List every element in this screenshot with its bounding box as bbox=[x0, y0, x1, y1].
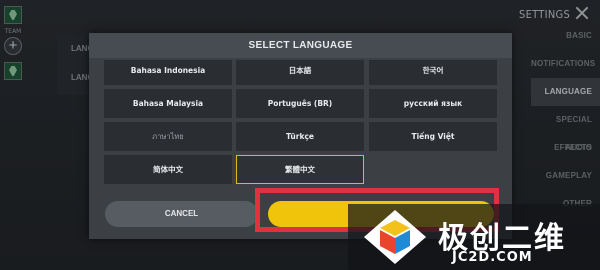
dialog-title: SELECT LANGUAGE bbox=[89, 33, 512, 58]
language-option-bahasa-malaysia[interactable]: Bahasa Malaysia bbox=[104, 89, 232, 118]
language-option-korean[interactable]: 한국어 bbox=[369, 60, 497, 85]
watermark-logo bbox=[364, 210, 426, 264]
language-option-traditional-chinese[interactable]: 繁體中文 bbox=[236, 155, 364, 184]
language-option-portuguese-br[interactable]: Português (BR) bbox=[236, 89, 364, 118]
language-option-turkish[interactable]: Türkçe bbox=[236, 122, 364, 151]
language-option-bahasa-indonesia[interactable]: Bahasa Indonesia bbox=[104, 60, 232, 85]
language-option-simplified-chinese[interactable]: 简体中文 bbox=[104, 155, 232, 184]
watermark-domain-text: JC2D.COM bbox=[452, 250, 533, 265]
language-grid: Bahasa Indonesia 日本語 한국어 Bahasa Malaysia… bbox=[104, 60, 497, 186]
language-option-russian[interactable]: русский язык bbox=[369, 89, 497, 118]
language-option-thai[interactable]: ภาษาไทย bbox=[104, 122, 232, 151]
cancel-button[interactable]: CANCEL bbox=[105, 201, 258, 227]
language-option-vietnamese[interactable]: Tiếng Việt bbox=[369, 122, 497, 151]
language-option-japanese[interactable]: 日本語 bbox=[236, 60, 364, 85]
